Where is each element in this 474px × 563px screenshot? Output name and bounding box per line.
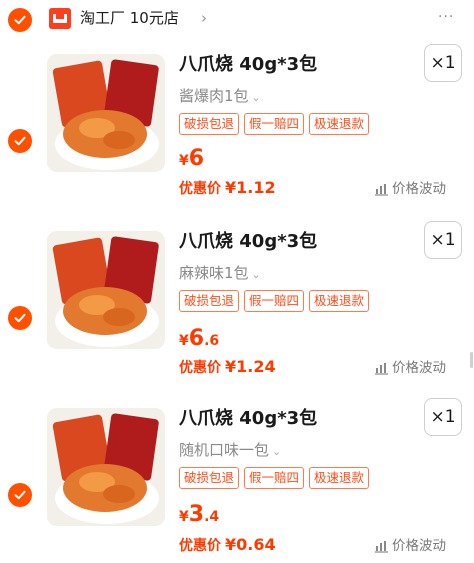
- trend-label: 价格波动: [392, 360, 446, 376]
- cart-item: 八爪烧 40g*3包 ×1 麻辣味1包 ⌄ 破损包退 假一赔四 极速退款 ¥6.6…: [0, 219, 474, 389]
- price-trend-link[interactable]: 价格波动: [374, 179, 446, 199]
- product-image[interactable]: [47, 231, 165, 349]
- item-select-checkbox[interactable]: [8, 129, 32, 153]
- store-header: 淘工厂 10元店 › ···: [0, 0, 474, 40]
- promo-price: 优惠价 ¥1.12: [179, 178, 276, 199]
- price-trend-link[interactable]: 价格波动: [374, 358, 446, 378]
- trend-label: 价格波动: [392, 538, 446, 554]
- product-title[interactable]: 八爪烧 40g*3包: [179, 407, 317, 431]
- more-icon[interactable]: ···: [438, 10, 454, 24]
- caret-down-icon: ⌄: [251, 268, 261, 281]
- trend-chart-icon: [375, 540, 388, 553]
- check-icon: [14, 15, 26, 25]
- service-tag: 假一赔四: [244, 290, 305, 312]
- service-tag: 破损包退: [179, 113, 240, 135]
- check-icon: [14, 490, 26, 500]
- promo-amount: ¥1.12: [225, 178, 276, 197]
- check-icon: [14, 313, 26, 323]
- service-tags: 破损包退 假一赔四 极速退款: [179, 467, 370, 489]
- product-title[interactable]: 八爪烧 40g*3包: [179, 230, 317, 254]
- caret-down-icon: ⌄: [251, 91, 261, 104]
- store-logo-icon: [49, 8, 71, 29]
- service-tag: 极速退款: [309, 113, 370, 135]
- service-tags: 破损包退 假一赔四 极速退款: [179, 113, 370, 135]
- cart-item: 八爪烧 40g*3包 ×1 酱爆肉1包 ⌄ 破损包退 假一赔四 极速退款 ¥6 优…: [0, 42, 474, 212]
- service-tag: 假一赔四: [244, 113, 305, 135]
- promo-label: 优惠价: [179, 538, 221, 554]
- trend-chart-icon: [375, 183, 388, 196]
- variant-label: 酱爆肉1包: [179, 87, 249, 105]
- item-select-checkbox[interactable]: [8, 483, 32, 507]
- service-tags: 破损包退 假一赔四 极速退款: [179, 290, 370, 312]
- store-name[interactable]: 淘工厂 10元店: [80, 8, 179, 28]
- price-currency: ¥: [179, 153, 189, 169]
- variant-selector[interactable]: 酱爆肉1包 ⌄: [179, 86, 261, 108]
- quantity-button[interactable]: ×1: [424, 44, 462, 82]
- price-decimal: .6: [204, 333, 220, 349]
- promo-amount: ¥1.24: [225, 357, 276, 376]
- store-select-checkbox[interactable]: [8, 8, 32, 32]
- service-tag: 破损包退: [179, 290, 240, 312]
- quantity-button[interactable]: ×1: [424, 398, 462, 436]
- promo-amount: ¥0.64: [225, 535, 276, 554]
- promo-label: 优惠价: [179, 181, 221, 197]
- chevron-right-icon[interactable]: ›: [201, 9, 207, 27]
- item-price: ¥6: [179, 146, 204, 171]
- price-currency: ¥: [179, 333, 189, 349]
- price-integer: 3: [188, 502, 205, 527]
- promo-price: 优惠价 ¥0.64: [179, 535, 276, 556]
- trend-label: 价格波动: [392, 181, 446, 197]
- service-tag: 破损包退: [179, 467, 240, 489]
- quantity-value: ×1: [430, 230, 456, 250]
- price-currency: ¥: [179, 509, 189, 525]
- trend-chart-icon: [375, 362, 388, 375]
- price-trend-link[interactable]: 价格波动: [374, 536, 446, 556]
- product-title[interactable]: 八爪烧 40g*3包: [179, 53, 317, 77]
- product-image[interactable]: [47, 54, 165, 172]
- price-integer: 6: [188, 326, 205, 351]
- item-price: ¥3.4: [179, 502, 219, 527]
- variant-selector[interactable]: 随机口味一包 ⌄: [179, 440, 281, 462]
- variant-selector[interactable]: 麻辣味1包 ⌄: [179, 263, 261, 285]
- item-price: ¥6.6: [179, 326, 219, 351]
- price-integer: 6: [188, 146, 205, 171]
- product-image[interactable]: [47, 408, 165, 526]
- variant-label: 麻辣味1包: [179, 264, 249, 282]
- check-icon: [14, 136, 26, 146]
- scrollbar[interactable]: [470, 352, 473, 368]
- service-tag: 极速退款: [309, 290, 370, 312]
- variant-label: 随机口味一包: [179, 441, 270, 459]
- cart-item: 八爪烧 40g*3包 ×1 随机口味一包 ⌄ 破损包退 假一赔四 极速退款 ¥3.…: [0, 396, 474, 563]
- item-select-checkbox[interactable]: [8, 306, 32, 330]
- quantity-value: ×1: [430, 53, 456, 73]
- caret-down-icon: ⌄: [272, 445, 282, 458]
- price-decimal: .4: [204, 509, 220, 525]
- quantity-value: ×1: [430, 407, 456, 427]
- service-tag: 极速退款: [309, 467, 370, 489]
- promo-label: 优惠价: [179, 360, 221, 376]
- quantity-button[interactable]: ×1: [424, 221, 462, 259]
- promo-price: 优惠价 ¥1.24: [179, 357, 276, 378]
- service-tag: 假一赔四: [244, 467, 305, 489]
